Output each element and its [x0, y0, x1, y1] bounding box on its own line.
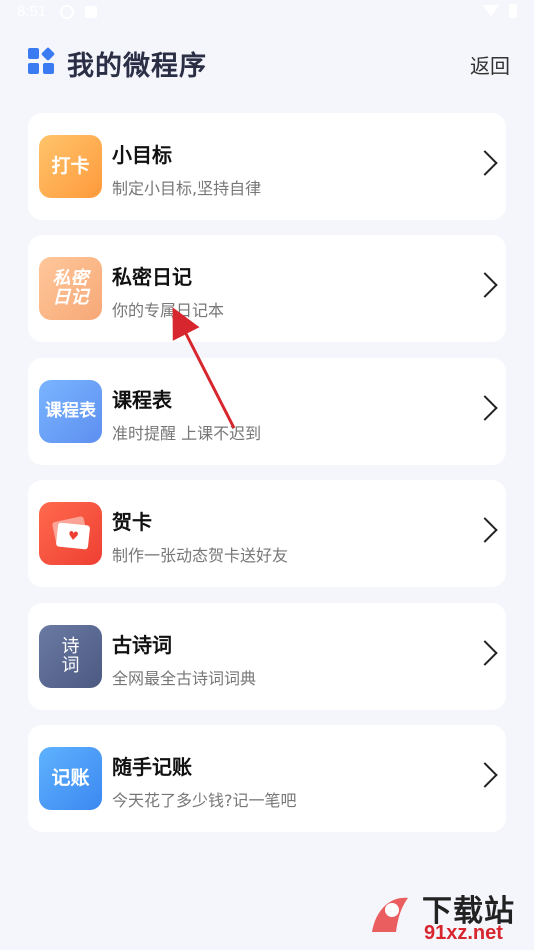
app-icon-label: 课程表	[45, 400, 96, 421]
app-subtitle: 今天花了多少钱?记一笔吧	[112, 791, 297, 810]
app-card-schedule[interactable]: 课程表 课程表 准时提醒 上课不迟到	[28, 358, 506, 465]
chevron-right-icon	[472, 640, 498, 666]
chevron-right-icon	[472, 762, 498, 788]
app-subtitle: 准时提醒 上课不迟到	[112, 424, 262, 443]
checkin-app-icon: 打卡	[39, 135, 102, 198]
diary-app-icon: 私密日记	[39, 257, 102, 320]
app-title: 古诗词	[112, 633, 172, 657]
app-icon-label: 诗词	[61, 635, 80, 676]
status-time: 8:51	[17, 3, 47, 20]
message-icon	[85, 6, 97, 18]
chevron-right-icon	[472, 272, 498, 298]
app-title: 小目标	[112, 143, 172, 167]
app-icon-label: 记账	[51, 766, 90, 789]
notification-icon	[60, 5, 74, 19]
grid-apps-icon	[28, 46, 56, 75]
header: 我的微程序 返回	[0, 36, 534, 92]
app-card-goals[interactable]: 打卡 小目标 制定小目标,坚持自律	[28, 113, 506, 220]
chevron-right-icon	[472, 517, 498, 543]
app-subtitle: 制作一张动态贺卡送好友	[112, 546, 289, 565]
watermark: 下载站 91xz.net	[362, 884, 530, 946]
chevron-right-icon	[472, 395, 498, 421]
back-button[interactable]: 返回	[470, 50, 510, 79]
app-title: 随手记账	[112, 755, 192, 779]
app-icon-label: 打卡	[51, 154, 90, 177]
battery-icon	[509, 4, 517, 18]
accounting-app-icon: 记账	[39, 747, 102, 810]
app-title: 贺卡	[112, 510, 152, 534]
status-bar: 8:51	[0, 0, 534, 26]
heart-icon: ♥	[66, 527, 79, 544]
watermark-url: 91xz.net	[424, 922, 503, 944]
app-card-accounting[interactable]: 记账 随手记账 今天花了多少钱?记一笔吧	[28, 725, 506, 832]
wifi-icon	[483, 5, 499, 17]
app-subtitle: 制定小目标,坚持自律	[112, 179, 262, 198]
app-subtitle: 全网最全古诗词词典	[112, 669, 257, 688]
poetry-app-icon: 诗词	[39, 625, 102, 688]
app-card-poetry[interactable]: 诗词 古诗词 全网最全古诗词词典	[28, 603, 506, 710]
app-subtitle: 你的专属日记本	[112, 301, 225, 320]
watermark-logo-icon	[372, 897, 408, 932]
app-title: 课程表	[112, 388, 172, 412]
app-title: 私密日记	[112, 265, 192, 289]
chevron-right-icon	[472, 150, 498, 176]
schedule-app-icon: 课程表	[39, 380, 102, 443]
app-card-greeting[interactable]: ♥ 贺卡 制作一张动态贺卡送好友	[28, 480, 506, 587]
page-title: 我的微程序	[67, 51, 207, 82]
app-icon-label: 私密日记	[52, 267, 89, 308]
greeting-card-app-icon: ♥	[39, 502, 102, 565]
greeting-card-icon: ♥	[51, 515, 91, 550]
app-card-diary[interactable]: 私密日记 私密日记 你的专属日记本	[28, 235, 506, 342]
